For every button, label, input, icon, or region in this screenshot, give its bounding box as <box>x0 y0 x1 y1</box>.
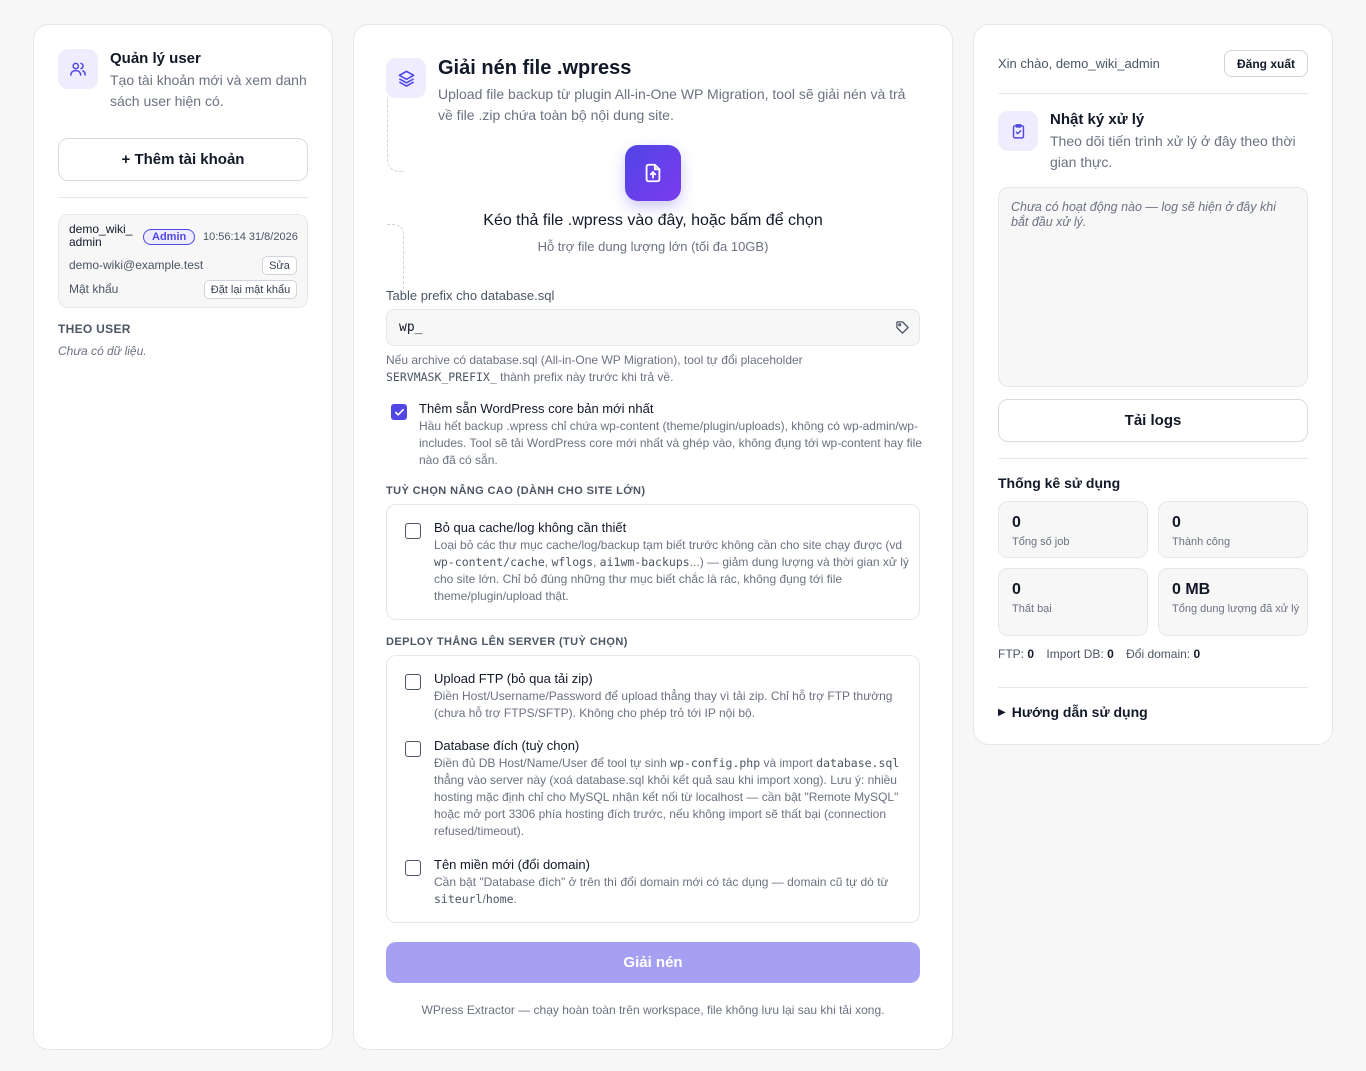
add-account-button[interactable]: + Thêm tài khoản <box>58 138 308 181</box>
ftp-upload-checkbox[interactable] <box>405 674 421 690</box>
stat-total-size: 0 MB Tổng dung lượng đã xử lý <box>1158 568 1308 636</box>
empty-state-text: Chưa có dữ liệu. <box>58 344 147 358</box>
deploy-options-box: Upload FTP (bỏ qua tải zip) Điền Host/Us… <box>386 655 920 923</box>
user-name: demo_wiki_ admin <box>69 222 133 249</box>
new-domain-description: Cần bật "Database đích" ở trên thì đổi d… <box>434 875 889 906</box>
deploy-heading: DEPLOY THẲNG LÊN SERVER (TUỲ CHỌN) <box>386 636 628 648</box>
prefix-input[interactable]: wp_ <box>386 309 920 346</box>
role-badge: Admin <box>143 229 196 245</box>
new-domain-title: Tên miền mới (đổi domain) <box>434 857 590 872</box>
advanced-options-box: Bỏ qua cache/log không cần thiết Loại bỏ… <box>386 504 920 620</box>
divider <box>58 197 308 198</box>
usage-guide-label: Hướng dẫn sử dụng <box>1011 704 1148 720</box>
panel-description: Tạo tài khoản mới và xem danh sách user … <box>110 72 307 109</box>
page-title: Giải nén file .wpress <box>438 57 632 79</box>
deploy-counters: FTP: 0 Import DB: 0 Đổi domain: 0 <box>998 647 1201 661</box>
prefix-label: Table prefix cho database.sql <box>386 288 555 303</box>
log-output: Chưa có hoạt động nào — log sẽ hiện ở đâ… <box>998 187 1308 387</box>
stat-label: Tổng dung lượng đã xử lý <box>1172 603 1300 615</box>
stat-value: 0 <box>1012 581 1021 598</box>
tag-icon <box>895 320 910 340</box>
stat-value: 0 MB <box>1172 581 1211 598</box>
log-description: Theo dõi tiến trình xử lý ở đây theo thờ… <box>1050 133 1296 170</box>
ftp-upload-description: Điền Host/Username/Password để upload th… <box>434 689 893 720</box>
extract-button[interactable]: Giải nén <box>386 942 920 983</box>
stat-label: Thành công <box>1172 536 1231 548</box>
dropzone-subtitle: Hỗ trợ file dung lượng lớn (tối đa 10GB) <box>537 239 769 254</box>
logout-button[interactable]: Đăng xuất <box>1224 50 1308 77</box>
user-email: demo-wiki@example.test <box>69 258 204 272</box>
divider <box>998 458 1308 459</box>
usage-guide-toggle[interactable]: ▶ Hướng dẫn sử dụng <box>998 704 1148 720</box>
stat-failed: 0 Thất bại <box>998 568 1148 636</box>
log-empty-text: Chưa có hoạt động nào — log sẽ hiện ở đâ… <box>1011 200 1276 229</box>
by-user-heading: THEO USER <box>58 322 131 336</box>
divider <box>998 687 1308 688</box>
stat-value: 0 <box>1172 514 1181 531</box>
log-title: Nhật ký xử lý <box>1050 111 1145 128</box>
skip-cache-title: Bỏ qua cache/log không cần thiết <box>434 520 627 535</box>
layers-icon <box>386 58 426 98</box>
log-panel: Xin chào, demo_wiki_admin Đăng xuất Nhật… <box>973 24 1333 745</box>
prefix-value: wp_ <box>399 320 423 335</box>
stats-title: Thống kê sử dụng <box>998 475 1121 491</box>
stat-value: 0 <box>1012 514 1021 531</box>
stat-total-jobs: 0 Tổng số job <box>998 501 1148 558</box>
page-description: Upload file backup từ plugin All-in-One … <box>438 86 906 123</box>
user-card: demo_wiki_ admin Admin 10:56:14 31/8/202… <box>58 214 308 308</box>
ftp-upload-title: Upload FTP (bỏ qua tải zip) <box>434 671 593 686</box>
extractor-panel: Giải nén file .wpress Upload file backup… <box>353 24 953 1050</box>
stat-success: 0 Thành công <box>1158 501 1308 558</box>
advanced-options-heading: TUỲ CHỌN NÂNG CAO (DÀNH CHO SITE LỚN) <box>386 485 646 497</box>
wordpress-core-description: Hầu hết backup .wpress chỉ chứa wp-conte… <box>419 419 922 467</box>
stat-label: Tổng số job <box>1012 536 1070 548</box>
prefix-note: Nếu archive có database.sql (All-in-One … <box>386 353 803 384</box>
divider <box>998 93 1308 94</box>
dropzone-title: Kéo thả file .wpress vào đây, hoặc bấm đ… <box>483 212 823 229</box>
triangle-right-icon: ▶ <box>998 706 1006 718</box>
download-logs-button[interactable]: Tải logs <box>998 399 1308 442</box>
skip-cache-description: Loại bỏ các thư mục cache/log/backup tạm… <box>434 538 909 603</box>
footer-text: WPress Extractor — chạy hoàn toàn trên w… <box>421 1003 885 1017</box>
edit-user-button[interactable]: Sửa <box>262 256 297 275</box>
check-icon <box>394 408 404 416</box>
password-label: Mật khẩu <box>69 282 119 296</box>
panel-title: Quản lý user <box>110 50 201 67</box>
target-database-title: Database đích (tuỳ chọn) <box>434 738 580 753</box>
skip-cache-checkbox[interactable] <box>405 523 421 539</box>
wordpress-core-title: Thêm sẵn WordPress core bản mới nhất <box>419 401 654 416</box>
file-upload-icon <box>625 145 681 201</box>
clipboard-check-icon <box>998 111 1038 151</box>
users-icon <box>58 49 98 89</box>
user-management-panel: Quản lý user Tạo tài khoản mới và xem da… <box>33 24 333 1050</box>
wordpress-core-checkbox[interactable] <box>391 404 407 420</box>
greeting-text: Xin chào, demo_wiki_admin <box>998 56 1160 71</box>
new-domain-checkbox[interactable] <box>405 860 421 876</box>
reset-password-button[interactable]: Đặt lại mật khẩu <box>204 280 297 299</box>
file-dropzone[interactable]: Kéo thả file .wpress vào đây, hoặc bấm đ… <box>386 140 920 260</box>
stat-label: Thất bại <box>1012 603 1052 615</box>
user-created-time: 10:56:14 31/8/2026 <box>203 231 298 243</box>
target-database-checkbox[interactable] <box>405 741 421 757</box>
target-database-description: Điền đủ DB Host/Name/User để tool tự sin… <box>434 756 900 838</box>
